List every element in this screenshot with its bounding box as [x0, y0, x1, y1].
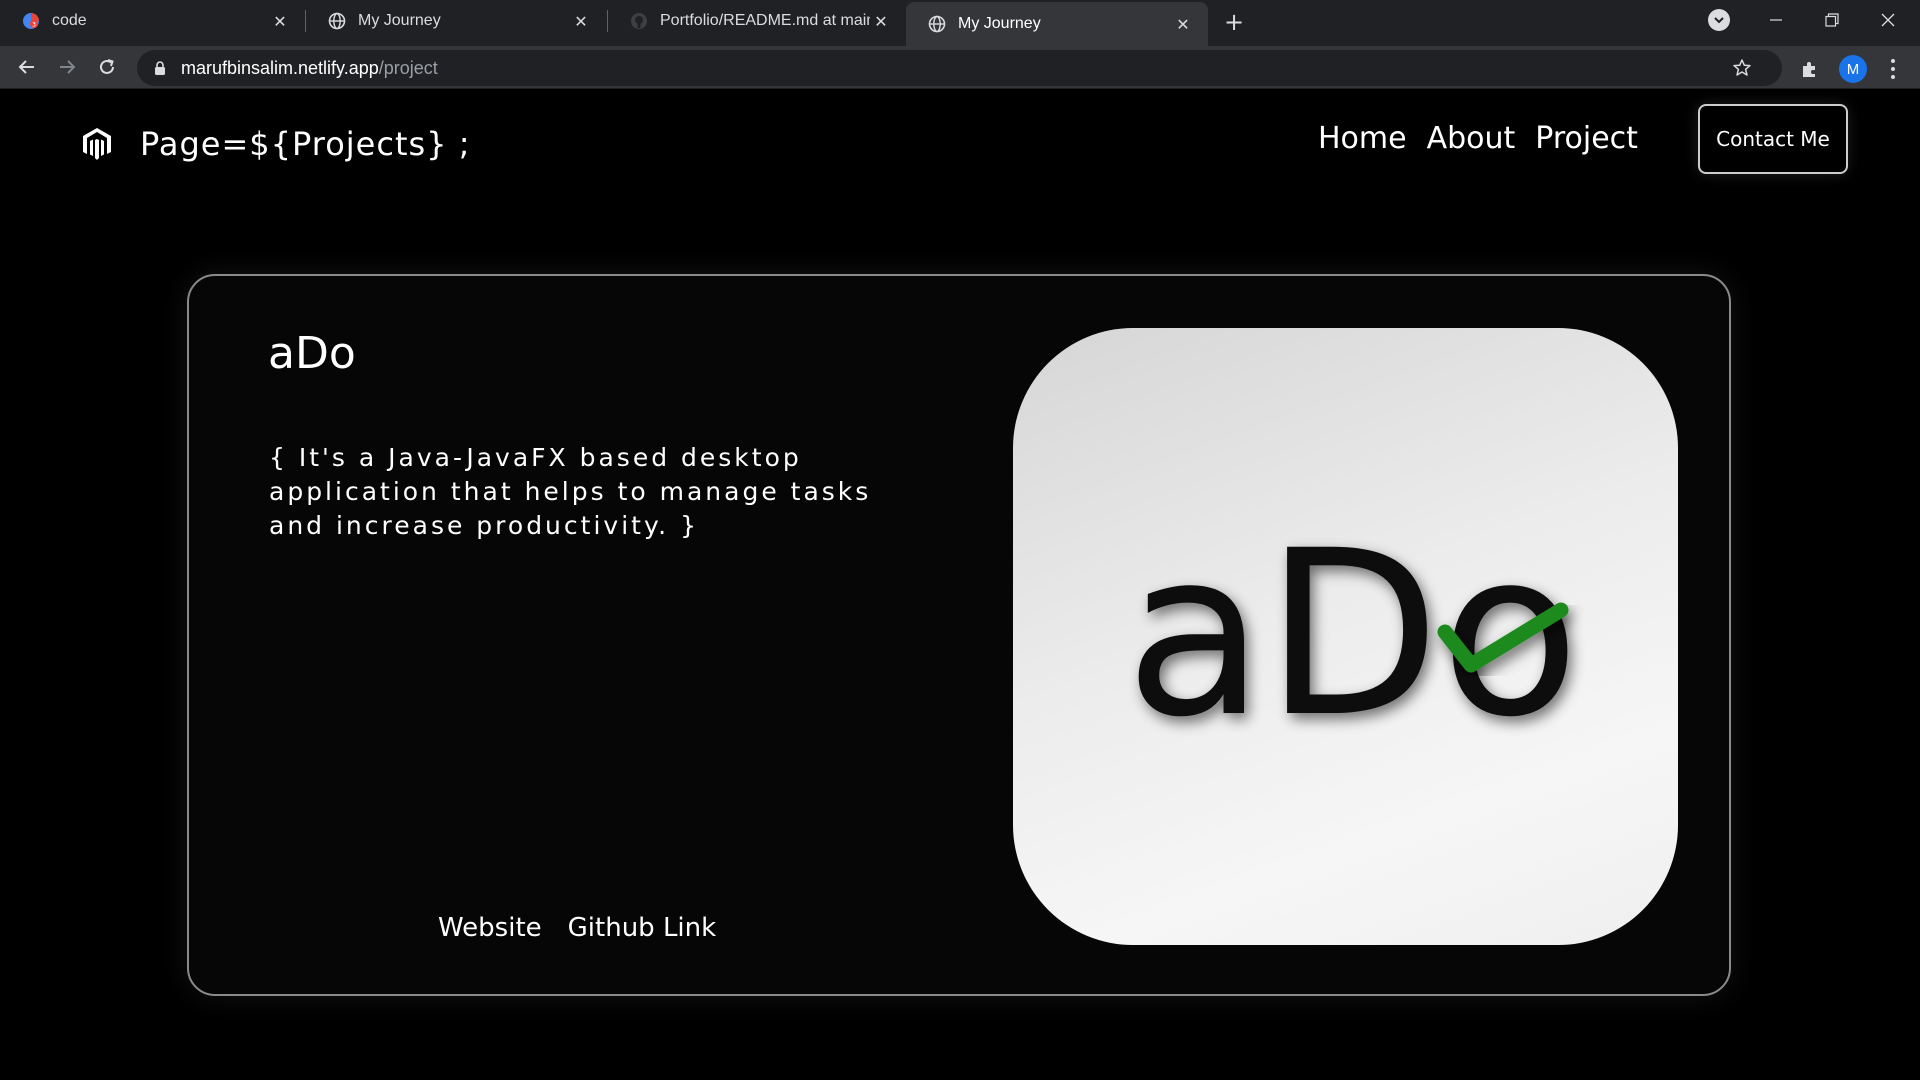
- web-page: Page=${Projects} ; Home About Project Co…: [0, 89, 1920, 1080]
- site-title: Page=${Projects} ;: [140, 125, 471, 163]
- reload-icon: [100, 59, 114, 74]
- project-website-link[interactable]: Website: [438, 913, 542, 943]
- close-tab-icon[interactable]: ✕: [269, 10, 291, 32]
- project-description: { It's a Java-JavaFX based desktop appli…: [269, 443, 872, 540]
- browser-tab-my-journey-active[interactable]: My Journey ✕: [906, 2, 1208, 46]
- reload-button[interactable]: [90, 50, 124, 84]
- arrow-left-icon: [18, 60, 34, 74]
- back-button[interactable]: [10, 50, 44, 84]
- close-tab-icon[interactable]: ✕: [870, 10, 892, 32]
- svg-text:3: 3: [32, 22, 36, 29]
- close-tab-icon[interactable]: ✕: [1172, 13, 1194, 35]
- bookmark-star-icon[interactable]: [1732, 58, 1752, 78]
- site-brand[interactable]: Page=${Projects} ;: [80, 125, 470, 163]
- globe-icon: [328, 12, 346, 30]
- tab-title: My Journey: [358, 12, 441, 29]
- project-card: aDo { It's a Java-JavaFX based desktop a…: [187, 274, 1731, 996]
- chevron-down-icon: [1714, 17, 1724, 24]
- address-bar[interactable]: marufbinsalim.netlify.app/project: [137, 50, 1782, 86]
- close-icon: [1881, 13, 1895, 27]
- profile-avatar[interactable]: M: [1839, 55, 1867, 83]
- close-tab-icon[interactable]: ✕: [570, 10, 592, 32]
- project-title: aDo: [268, 328, 356, 379]
- tab-title: My Journey: [958, 15, 1041, 32]
- drive-icon: 3: [22, 12, 40, 30]
- browser-tab-my-journey[interactable]: My Journey ✕: [306, 0, 606, 42]
- more-menu-icon[interactable]: [1880, 55, 1906, 83]
- minimize-button[interactable]: [1748, 0, 1804, 40]
- nav-about-link[interactable]: About: [1427, 121, 1516, 156]
- new-tab-button[interactable]: +: [1218, 6, 1250, 38]
- minimize-icon: [1770, 19, 1782, 21]
- tab-search-button[interactable]: [1708, 9, 1730, 31]
- tab-title: Portfolio/README.md at main · n: [660, 12, 870, 29]
- restore-button[interactable]: [1804, 0, 1860, 40]
- arrow-right-icon: [60, 60, 76, 74]
- browser-tab-code[interactable]: 3 code ✕: [0, 0, 305, 42]
- url-host: marufbinsalim.netlify.app: [181, 57, 379, 78]
- extensions-puzzle-icon[interactable]: [1797, 56, 1823, 82]
- project-links: Website Github Link: [438, 913, 716, 943]
- globe-icon: [928, 15, 946, 33]
- forward-button[interactable]: [50, 50, 84, 84]
- project-github-link[interactable]: Github Link: [568, 913, 717, 943]
- browser-toolbar: marufbinsalim.netlify.app/project M: [0, 46, 1920, 89]
- browser-tab-strip: 3 code ✕ My Journey ✕ Portfolio/README.m…: [0, 0, 1920, 46]
- restore-icon: [1825, 13, 1839, 27]
- lock-icon[interactable]: [151, 59, 169, 77]
- site-nav: Home About Project: [1318, 121, 1638, 156]
- nav-project-link[interactable]: Project: [1535, 121, 1638, 156]
- magento-logo-icon: [80, 127, 114, 161]
- github-icon: [630, 12, 648, 30]
- close-window-button[interactable]: [1860, 0, 1916, 40]
- tab-title: code: [52, 12, 87, 29]
- browser-tab-portfolio-readme[interactable]: Portfolio/README.md at main · n ✕: [608, 0, 906, 42]
- nav-home-link[interactable]: Home: [1318, 121, 1407, 156]
- contact-me-button[interactable]: Contact Me: [1698, 104, 1848, 174]
- url-path: /project: [378, 57, 438, 78]
- project-logo-image: aDo: [1013, 328, 1678, 945]
